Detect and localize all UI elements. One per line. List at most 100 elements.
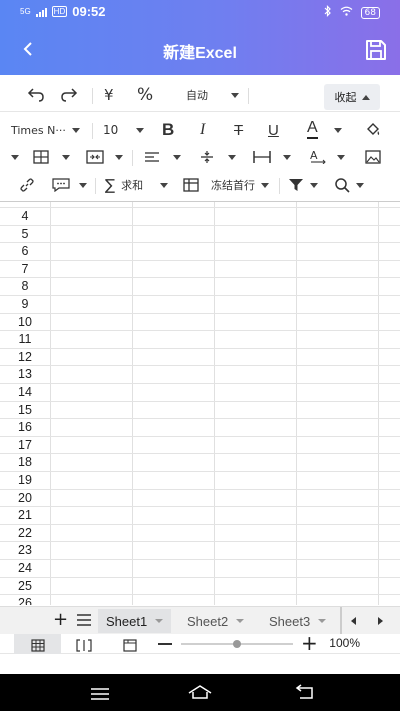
sheet-tab-1[interactable]: Sheet1 (98, 609, 172, 633)
freeze-first-row-select[interactable]: 冻结首行 (211, 174, 269, 196)
underline-button[interactable]: U (268, 119, 279, 141)
insert-link-button[interactable] (19, 174, 35, 196)
filter-button[interactable] (288, 174, 318, 196)
chevron-down-icon (136, 127, 145, 133)
row-header[interactable]: 13 (0, 366, 50, 384)
align-left-button[interactable] (144, 146, 160, 168)
sum-dropdown[interactable] (160, 174, 168, 196)
view-zoom-bar: + 100% (0, 631, 400, 656)
scroll-left-icon[interactable] (351, 617, 356, 625)
zoom-slider-thumb[interactable] (233, 640, 241, 648)
row-header[interactable]: 24 (0, 560, 50, 578)
page-break-icon (76, 639, 92, 652)
font-name-select[interactable]: Times N··· (11, 119, 80, 141)
chevron-down-icon (228, 154, 236, 160)
text-rotation-dropdown[interactable] (337, 146, 345, 168)
row-header[interactable]: 15 (0, 402, 50, 420)
row-header[interactable]: 5 (0, 226, 50, 244)
home-nav-button[interactable] (187, 684, 213, 704)
menu-nav-button[interactable] (90, 686, 110, 705)
row-header[interactable]: 6 (0, 243, 50, 261)
save-button[interactable] (364, 38, 388, 62)
row-divider (0, 400, 400, 402)
divider (92, 88, 93, 104)
row-divider (0, 541, 400, 543)
page-layout-view-button[interactable] (123, 637, 137, 656)
sheet-list-button[interactable] (76, 612, 92, 631)
align-dropdown[interactable] (173, 146, 181, 168)
font-size-select[interactable]: 10 (103, 119, 145, 141)
undo-button[interactable] (25, 84, 45, 106)
search-button[interactable] (334, 174, 364, 196)
row-header[interactable]: 14 (0, 384, 50, 402)
column-width-button[interactable] (253, 146, 271, 168)
format-toolbar: ¥ % 自动 收起 Times N··· 10 B I T U A A ∑ 求和… (0, 75, 400, 201)
row-header[interactable]: 9 (0, 296, 50, 314)
merge-dropdown[interactable] (115, 146, 123, 168)
vertical-align-dropdown[interactable] (228, 146, 236, 168)
row-header[interactable]: 19 (0, 472, 50, 490)
collapse-button[interactable]: 收起 (324, 84, 380, 110)
row-header[interactable]: 23 (0, 542, 50, 560)
row-header[interactable]: 26 (0, 595, 50, 605)
add-sheet-button[interactable]: + (53, 609, 68, 630)
zoom-out-button[interactable] (158, 643, 172, 645)
page-break-view-button[interactable] (76, 637, 92, 656)
border-button[interactable] (33, 146, 49, 168)
row-header[interactable]: 18 (0, 454, 50, 472)
zoom-in-button[interactable]: + (301, 631, 318, 655)
number-format-dropdown[interactable] (231, 84, 239, 106)
row-divider (0, 259, 400, 261)
font-color-dropdown[interactable] (334, 119, 342, 141)
chevron-down-icon (310, 182, 318, 188)
column-width-dropdown[interactable] (283, 146, 291, 168)
row-header[interactable]: 11 (0, 331, 50, 349)
comment-button[interactable] (52, 174, 70, 196)
redo-button[interactable] (60, 84, 80, 106)
toolbar-row-3: A (0, 142, 400, 172)
sigma-icon: ∑ (105, 176, 116, 194)
row-header[interactable]: 7 (0, 261, 50, 279)
scroll-right-icon[interactable] (378, 617, 383, 625)
italic-button[interactable]: I (200, 119, 205, 141)
row-header[interactable]: 21 (0, 507, 50, 525)
row-header[interactable]: 10 (0, 314, 50, 332)
sum-button[interactable]: ∑ 求和 (105, 174, 143, 196)
back-nav-button[interactable] (294, 684, 316, 704)
row-header[interactable]: 4 (0, 208, 50, 226)
row-divider (0, 383, 400, 384)
row-header[interactable]: 12 (0, 349, 50, 367)
currency-button[interactable]: ¥ (104, 84, 114, 106)
dropdown-toggle[interactable] (11, 146, 19, 168)
row-header[interactable]: 20 (0, 490, 50, 508)
font-color-button[interactable]: A (307, 119, 318, 139)
fill-color-button[interactable] (365, 119, 381, 141)
row-header[interactable]: 8 (0, 278, 50, 296)
vertical-align-button[interactable] (199, 146, 215, 168)
font-size-label: 10 (103, 123, 119, 137)
insert-image-button[interactable] (365, 146, 381, 168)
row-header[interactable]: 16 (0, 419, 50, 437)
sheet-tab-bar: + Sheet1 Sheet2 Sheet3 (0, 606, 400, 635)
row-header[interactable]: 22 (0, 525, 50, 543)
merge-cells-button[interactable] (86, 146, 104, 168)
spreadsheet-grid[interactable]: 4 5 6 7 8 9 10 11 12 13 14 15 16 17 18 19 20 21 22 23 24 25 26 (0, 201, 400, 605)
bold-button[interactable]: B (162, 119, 174, 141)
menu-icon (91, 688, 109, 700)
row-header[interactable]: 17 (0, 437, 50, 455)
percent-button[interactable]: % (137, 84, 153, 106)
grid-view-icon (31, 637, 45, 656)
chevron-down-icon (173, 154, 181, 160)
column-divider (296, 202, 297, 605)
border-dropdown[interactable] (62, 146, 70, 168)
divider (340, 607, 342, 635)
comment-dropdown[interactable] (79, 174, 87, 196)
number-format-select[interactable]: 自动 (186, 84, 208, 106)
sheet-tab-2[interactable]: Sheet2 (179, 609, 252, 633)
toolbar-row-1: ¥ % 自动 收起 (0, 80, 400, 112)
text-rotation-button[interactable]: A (309, 146, 327, 168)
freeze-icon-button[interactable] (183, 174, 199, 196)
strikethrough-button[interactable]: T (234, 119, 243, 141)
sheet-tab-3[interactable]: Sheet3 (261, 609, 334, 633)
row-header[interactable]: 25 (0, 578, 50, 596)
